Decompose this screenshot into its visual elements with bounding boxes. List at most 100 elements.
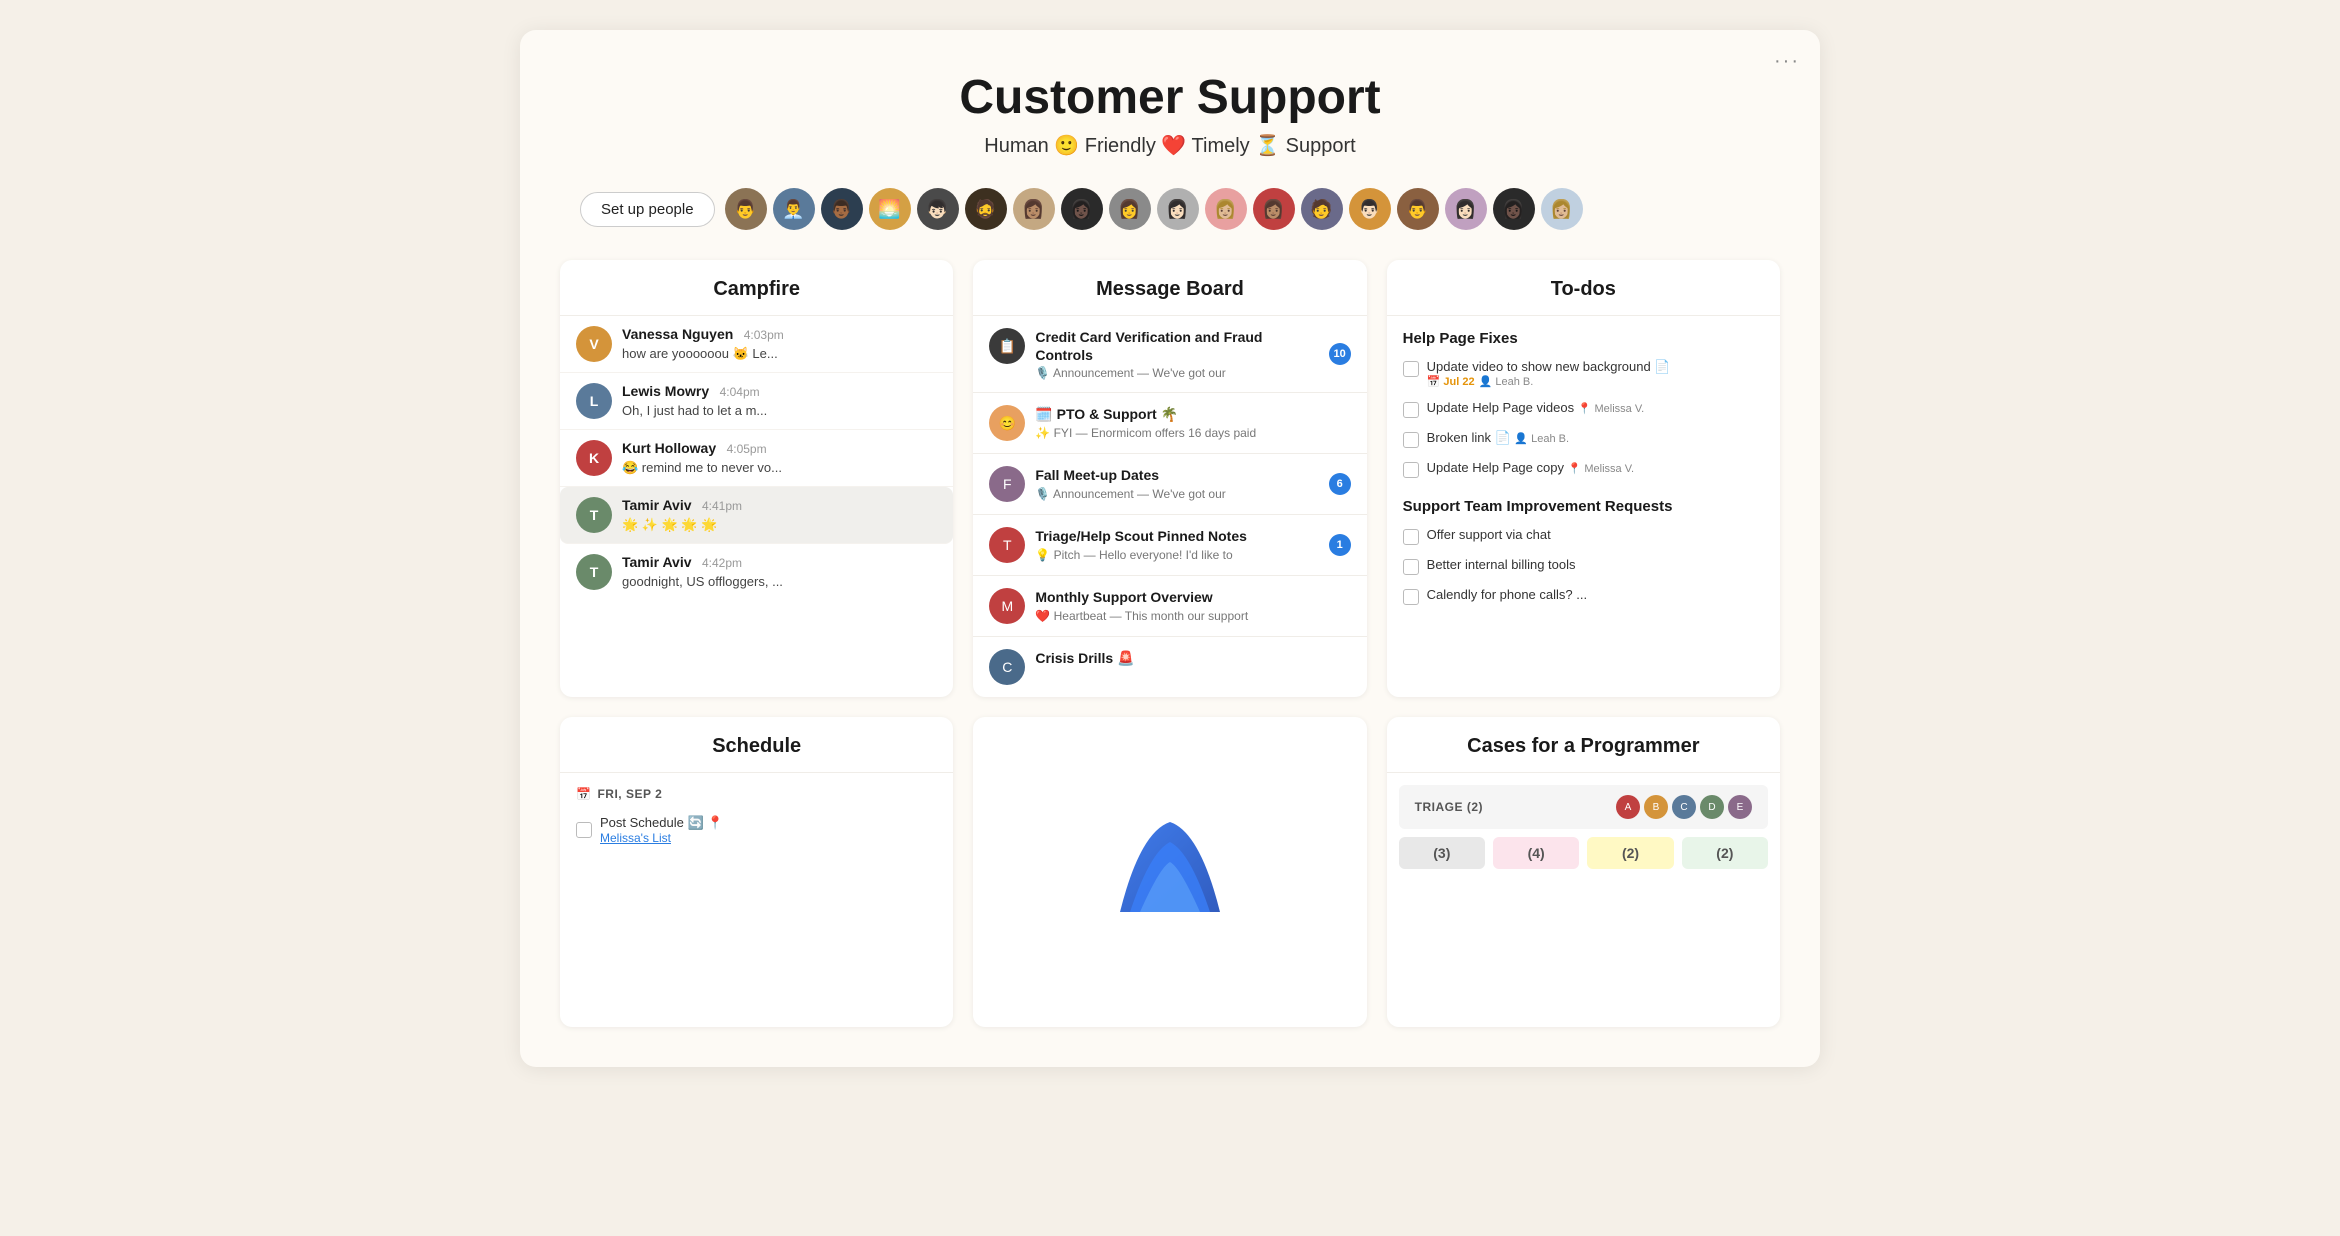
msg-item-6[interactable]: C Crisis Drills 🚨 (973, 637, 1366, 697)
msg-item-4[interactable]: T Triage/Help Scout Pinned Notes 💡 Pitch… (973, 515, 1366, 576)
set-up-people-button[interactable]: Set up people (580, 192, 715, 227)
chat-item-2[interactable]: L Lewis Mowry 4:04pm Oh, I just had to l… (560, 373, 953, 430)
msg-avatar-4: T (989, 527, 1025, 563)
basecamp-logo-icon (1110, 812, 1230, 932)
todo-check-3[interactable] (1403, 432, 1419, 448)
todo-date-1: 📅 Jul 22 (1427, 375, 1475, 388)
msg-preview-4: 💡 Pitch — Hello everyone! I'd like to (1035, 548, 1318, 562)
avatar-9[interactable]: 👩 (1109, 188, 1151, 230)
header: Customer Support Human 🙂 Friendly ❤️ Tim… (560, 70, 1780, 158)
todo-check-6[interactable] (1403, 559, 1419, 575)
schedule-list-link[interactable]: Melissa's List (600, 831, 723, 845)
avatar-13[interactable]: 🧑 (1301, 188, 1343, 230)
avatar-6[interactable]: 🧔 (965, 188, 1007, 230)
message-board-body: 📋 Credit Card Verification and Fraud Con… (973, 316, 1366, 697)
todo-assignee-2: 📍 Melissa V. (1578, 403, 1644, 415)
chat-item-5[interactable]: T Tamir Aviv 4:42pm goodnight, US offlog… (560, 544, 953, 600)
todo-text-6: Better internal billing tools (1427, 557, 1764, 572)
avatar-10[interactable]: 👩🏻 (1157, 188, 1199, 230)
avatar-5[interactable]: 👦🏻 (917, 188, 959, 230)
avatar-8[interactable]: 👩🏿 (1061, 188, 1103, 230)
todo-item-6: Better internal billing tools (1387, 551, 1780, 581)
todo-check-5[interactable] (1403, 529, 1419, 545)
msg-content-6: Crisis Drills 🚨 (1035, 649, 1350, 667)
avatar-14[interactable]: 👨🏻 (1349, 188, 1391, 230)
page-title: Customer Support (560, 70, 1780, 125)
schedule-date: 📅 FRI, SEP 2 (560, 773, 953, 809)
todo-item-3: Broken link 📄 👤 Leah B. (1387, 424, 1780, 454)
schedule-item-1[interactable]: Post Schedule 🔄 📍 Melissa's List (560, 809, 953, 851)
avatar-12[interactable]: 👩🏽 (1253, 188, 1295, 230)
triage-av-5: E (1728, 795, 1752, 819)
triage-av-3: C (1672, 795, 1696, 819)
chat-name-3: Kurt Holloway (622, 440, 716, 456)
cases-body: TRIAGE (2) A B C D E (3) (4) (2) (2) (1387, 785, 1780, 869)
chat-time-4: 4:41pm (702, 499, 742, 513)
msg-preview-3: 🎙️ Announcement — We've got our (1035, 487, 1318, 501)
status-pill-pink[interactable]: (4) (1493, 837, 1579, 869)
todo-section-title-2: Support Team Improvement Requests (1387, 484, 1780, 521)
chat-name-5: Tamir Aviv (622, 554, 692, 570)
todos-card: To-dos Help Page Fixes Update video to s… (1387, 260, 1780, 697)
msg-avatar-2: 😊 (989, 405, 1025, 441)
avatar-7[interactable]: 👩🏽 (1013, 188, 1055, 230)
chat-time-2: 4:04pm (720, 385, 760, 399)
todo-assignee-3: 👤 Leah B. (1514, 433, 1569, 445)
msg-preview-5: ❤️ Heartbeat — This month our support (1035, 609, 1350, 623)
avatar-18[interactable]: 👩🏼 (1541, 188, 1583, 230)
main-grid: Campfire V Vanessa Nguyen 4:03pm how are… (560, 260, 1780, 1027)
todo-text-3: Broken link 📄 👤 Leah B. (1427, 430, 1764, 446)
msg-avatar-5: M (989, 588, 1025, 624)
page-subtitle: Human 🙂 Friendly ❤️ Timely ⏳ Support (560, 133, 1780, 158)
chat-avatar-1: V (576, 326, 612, 362)
todos-body: Help Page Fixes Update video to show new… (1387, 316, 1780, 611)
logo-area (973, 717, 1366, 1027)
msg-avatar-6: C (989, 649, 1025, 685)
chat-content-4: Tamir Aviv 4:41pm 🌟 ✨ 🌟 🌟 🌟 (622, 497, 937, 533)
chat-text-1: how are yoooooou 🐱 Le... (622, 346, 937, 362)
chat-avatar-3: K (576, 440, 612, 476)
avatar-17[interactable]: 👩🏿 (1493, 188, 1535, 230)
msg-item-3[interactable]: F Fall Meet-up Dates 🎙️ Announcement — W… (973, 454, 1366, 515)
chat-time-3: 4:05pm (727, 442, 767, 456)
triage-bar: TRIAGE (2) A B C D E (1399, 785, 1768, 829)
msg-item-2[interactable]: 😊 🗓️ PTO & Support 🌴 ✨ FYI — Enormicom o… (973, 393, 1366, 454)
campfire-card: Campfire V Vanessa Nguyen 4:03pm how are… (560, 260, 953, 697)
todo-check-1[interactable] (1403, 361, 1419, 377)
avatar-1[interactable]: 👨 (725, 188, 767, 230)
msg-content-4: Triage/Help Scout Pinned Notes 💡 Pitch —… (1035, 527, 1318, 561)
avatar-4[interactable]: 🌅 (869, 188, 911, 230)
avatar-11[interactable]: 👩🏼 (1205, 188, 1247, 230)
avatar-16[interactable]: 👩🏻 (1445, 188, 1487, 230)
msg-item-5[interactable]: M Monthly Support Overview ❤️ Heartbeat … (973, 576, 1366, 637)
todo-check-2[interactable] (1403, 402, 1419, 418)
msg-title-6: Crisis Drills 🚨 (1035, 649, 1350, 667)
avatar-2[interactable]: 👨‍💼 (773, 188, 815, 230)
campfire-body: V Vanessa Nguyen 4:03pm how are yoooooou… (560, 316, 953, 600)
status-pill-green[interactable]: (2) (1682, 837, 1768, 869)
logo-card (973, 717, 1366, 1027)
people-row: Set up people 👨 👨‍💼 👨🏾 🌅 👦🏻 🧔 👩🏽 👩🏿 👩 👩🏻… (560, 188, 1780, 230)
status-pill-gray[interactable]: (3) (1399, 837, 1485, 869)
chat-content-3: Kurt Holloway 4:05pm 😂 remind me to neve… (622, 440, 937, 476)
todo-text-1: Update video to show new background 📄 📅 … (1427, 359, 1764, 388)
chat-avatar-4: T (576, 497, 612, 533)
more-options-button[interactable]: ··· (1774, 50, 1800, 73)
chat-item-1[interactable]: V Vanessa Nguyen 4:03pm how are yoooooou… (560, 316, 953, 373)
chat-text-3: 😂 remind me to never vo... (622, 460, 937, 476)
todo-meta-1: 📅 Jul 22 👤 Leah B. (1427, 375, 1764, 388)
status-pill-yellow[interactable]: (2) (1587, 837, 1673, 869)
chat-item-4[interactable]: T Tamir Aviv 4:41pm 🌟 ✨ 🌟 🌟 🌟 (560, 487, 953, 544)
schedule-check-1[interactable] (576, 822, 592, 838)
avatar-15[interactable]: 👨 (1397, 188, 1439, 230)
schedule-item-content: Post Schedule 🔄 📍 Melissa's List (600, 815, 723, 845)
todo-text-5: Offer support via chat (1427, 527, 1764, 542)
todo-check-4[interactable] (1403, 462, 1419, 478)
chat-item-3[interactable]: K Kurt Holloway 4:05pm 😂 remind me to ne… (560, 430, 953, 487)
avatars-list: 👨 👨‍💼 👨🏾 🌅 👦🏻 🧔 👩🏽 👩🏿 👩 👩🏻 👩🏼 👩🏽 🧑 👨🏻 👨 … (725, 188, 1583, 230)
avatar-3[interactable]: 👨🏾 (821, 188, 863, 230)
msg-item-1[interactable]: 📋 Credit Card Verification and Fraud Con… (973, 316, 1366, 393)
todo-check-7[interactable] (1403, 589, 1419, 605)
message-board-card: Message Board 📋 Credit Card Verification… (973, 260, 1366, 697)
todos-title: To-dos (1387, 260, 1780, 316)
